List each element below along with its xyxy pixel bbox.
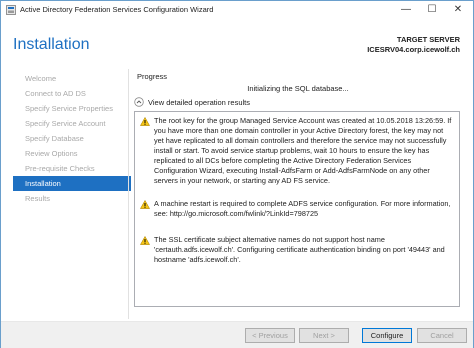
sidebar-item-service-account[interactable]: Specify Service Account xyxy=(13,116,131,131)
wizard-steps-sidebar: Welcome Connect to AD DS Specify Service… xyxy=(13,71,131,206)
page-title: Installation xyxy=(13,36,90,53)
next-button[interactable]: Next > xyxy=(299,328,349,343)
configure-button[interactable]: Configure xyxy=(362,328,412,343)
warning-text: The root key for the group Managed Servi… xyxy=(154,116,452,185)
sidebar-item-installation[interactable]: Installation xyxy=(13,176,131,191)
adfs-app-icon xyxy=(6,5,16,15)
warning-text: A machine restart is required to complet… xyxy=(154,199,451,218)
wizard-footer: < Previous Next > Configure Cancel xyxy=(1,322,473,348)
warning-icon xyxy=(140,200,150,209)
target-server-name: ICESRV04.corp.icewolf.ch xyxy=(367,45,460,54)
maximize-button[interactable]: ☐ xyxy=(419,1,445,19)
sidebar-item-connect-ad-ds[interactable]: Connect to AD DS xyxy=(13,86,131,101)
window-title: Active Directory Federation Services Con… xyxy=(20,5,214,14)
target-server-label: TARGET SERVER xyxy=(396,35,460,44)
warning-icon xyxy=(140,236,150,245)
wizard-window: Active Directory Federation Services Con… xyxy=(0,0,474,348)
installation-panel: Progress Initializing the SQL database..… xyxy=(128,69,466,319)
close-button[interactable]: ✕ xyxy=(445,1,471,19)
sidebar-item-results[interactable]: Results xyxy=(13,191,131,206)
cancel-button[interactable]: Cancel xyxy=(417,328,467,343)
progress-heading: Progress xyxy=(137,72,168,81)
progress-status: Initializing the SQL database... xyxy=(247,84,349,93)
sidebar-item-prerequisite-checks[interactable]: Pre-requisite Checks xyxy=(13,161,131,176)
warning-text: The SSL certificate subject alternative … xyxy=(154,235,445,264)
chevron-up-icon xyxy=(134,97,144,107)
sidebar-item-service-properties[interactable]: Specify Service Properties xyxy=(13,101,131,116)
minimize-button[interactable]: — xyxy=(393,1,419,19)
sidebar-item-welcome[interactable]: Welcome xyxy=(13,71,131,86)
view-details-label: View detailed operation results xyxy=(148,98,251,107)
sidebar-item-database[interactable]: Specify Database xyxy=(13,131,131,146)
operation-results-box[interactable]: The root key for the group Managed Servi… xyxy=(134,111,460,307)
wizard-header: Installation TARGET SERVER ICESRV04.corp… xyxy=(1,19,473,63)
warning-icon xyxy=(140,117,150,126)
previous-button[interactable]: < Previous xyxy=(245,328,295,343)
sidebar-item-review-options[interactable]: Review Options xyxy=(13,146,131,161)
title-bar: Active Directory Federation Services Con… xyxy=(1,1,473,19)
